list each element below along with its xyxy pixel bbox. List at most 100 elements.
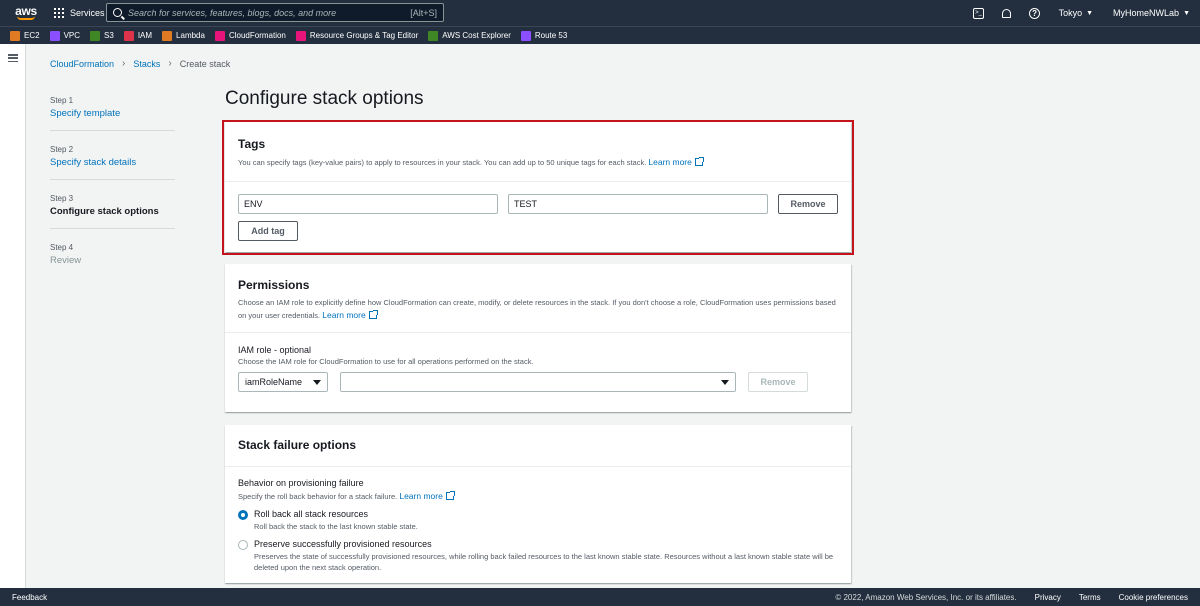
bell-icon bbox=[1002, 8, 1012, 18]
grid-icon bbox=[54, 8, 64, 18]
service-icon bbox=[90, 30, 101, 41]
footer: Feedback © 2022, Amazon Web Services, In… bbox=[0, 588, 1200, 606]
iam-role-description: Choose the IAM role for CloudFormation t… bbox=[238, 357, 534, 366]
favorites-bar: EC2 VPC S3 IAM Lambda CloudFormation Resource … bbox=[0, 26, 1200, 44]
search-icon bbox=[113, 8, 122, 17]
aws-smile-icon bbox=[17, 16, 35, 20]
page-title: Configure stack options bbox=[225, 88, 424, 109]
cookie-preferences-link[interactable]: Cookie preferences bbox=[1119, 593, 1188, 602]
iam-role-type-select[interactable]: iamRoleName bbox=[238, 372, 328, 392]
favorite-vpc[interactable]: VPC bbox=[49, 30, 81, 41]
chevron-right-icon: › bbox=[168, 58, 172, 69]
breadcrumb-current: Create stack bbox=[179, 58, 231, 69]
step-number: Step 4 bbox=[50, 243, 74, 252]
step-3: Step 3 Configure stack options bbox=[50, 190, 175, 229]
radio-checked-icon[interactable] bbox=[238, 510, 248, 520]
iam-role-type-value: iamRoleName bbox=[245, 377, 303, 387]
step-specify-stack-details-link[interactable]: Specify stack details bbox=[50, 157, 175, 168]
caret-down-icon: ▼ bbox=[1086, 9, 1094, 17]
preserve-resources-option[interactable]: Preserve successfully provisioned resour… bbox=[238, 539, 838, 573]
terms-link[interactable]: Terms bbox=[1079, 593, 1101, 602]
favorite-label: AWS Cost Explorer bbox=[442, 31, 511, 40]
service-icon bbox=[295, 30, 306, 41]
favorite-cloudformation[interactable]: CloudFormation bbox=[214, 30, 286, 41]
tags-panel: Tags You can specify tags (key-value pai… bbox=[225, 122, 851, 252]
iam-role-name-select[interactable] bbox=[340, 372, 736, 392]
tags-learn-more-link[interactable]: Learn more bbox=[648, 157, 704, 167]
service-icon bbox=[428, 30, 439, 41]
region-label: Tokyo bbox=[1058, 8, 1083, 18]
service-icon bbox=[49, 30, 60, 41]
learn-more-label: Learn more bbox=[648, 157, 692, 167]
favorite-iam[interactable]: IAM bbox=[123, 30, 153, 41]
favorite-label: VPC bbox=[63, 31, 81, 40]
favorite-aws-cost-explorer[interactable]: AWS Cost Explorer bbox=[428, 30, 511, 41]
help-button[interactable]: ? bbox=[1029, 7, 1041, 19]
favorite-label: Lambda bbox=[176, 31, 205, 40]
favorite-resource-groups-tag-editor[interactable]: Resource Groups & Tag Editor bbox=[295, 30, 419, 41]
service-icon bbox=[162, 30, 173, 41]
step-specify-template-link[interactable]: Specify template bbox=[50, 108, 175, 119]
footer-right: © 2022, Amazon Web Services, Inc. or its… bbox=[835, 593, 1188, 602]
step-number: Step 3 bbox=[50, 194, 74, 203]
service-icon bbox=[520, 30, 531, 41]
behavior-description: Specify the roll back behavior for a sta… bbox=[238, 490, 838, 503]
radio-unchecked-icon[interactable] bbox=[238, 540, 248, 550]
caret-down-icon: ▼ bbox=[1183, 9, 1190, 17]
iam-role-row: iamRoleName Remove bbox=[238, 372, 838, 392]
learn-more-label: Learn more bbox=[399, 491, 443, 501]
favorite-s3[interactable]: S3 bbox=[90, 30, 114, 41]
external-link-icon bbox=[445, 491, 455, 500]
tags-description-text: You can specify tags (key-value pairs) t… bbox=[238, 158, 647, 167]
aws-logo[interactable]: aws bbox=[4, 0, 48, 26]
copyright-text: © 2022, Amazon Web Services, Inc. or its… bbox=[835, 592, 1017, 602]
preserve-resources-text: Preserve successfully provisioned resour… bbox=[254, 539, 854, 573]
tags-title: Tags bbox=[238, 137, 266, 151]
tag-key-input[interactable] bbox=[238, 194, 498, 214]
hamburger-menu-icon[interactable] bbox=[8, 54, 18, 62]
permissions-panel: Permissions Choose an IAM role to explic… bbox=[225, 264, 851, 412]
breadcrumb-stacks-link[interactable]: Stacks bbox=[133, 59, 160, 69]
cloudshell-button[interactable]: >_ bbox=[973, 7, 985, 19]
favorite-label: IAM bbox=[137, 31, 153, 40]
services-label: Services bbox=[70, 8, 105, 18]
search-input[interactable] bbox=[128, 7, 411, 18]
tags-header: Tags You can specify tags (key-value pai… bbox=[225, 122, 851, 182]
service-icon bbox=[10, 30, 20, 41]
privacy-link[interactable]: Privacy bbox=[1035, 593, 1061, 602]
learn-more-label: Learn more bbox=[322, 310, 366, 320]
region-selector[interactable]: Tokyo ▼ bbox=[1059, 8, 1093, 18]
remove-tag-button[interactable]: Remove bbox=[778, 194, 838, 214]
behavior-description-text: Specify the roll back behavior for a sta… bbox=[238, 492, 398, 501]
services-menu-button[interactable]: Services bbox=[54, 8, 105, 18]
notifications-button[interactable] bbox=[1001, 7, 1013, 19]
favorite-label: Resource Groups & Tag Editor bbox=[309, 31, 419, 40]
tags-description: You can specify tags (key-value pairs) t… bbox=[238, 156, 838, 169]
rollback-all-option[interactable]: Roll back all stack resources Roll back … bbox=[238, 509, 838, 532]
permissions-learn-more-link[interactable]: Learn more bbox=[322, 310, 378, 320]
step-number: Step 2 bbox=[50, 145, 74, 154]
behavior-label: Behavior on provisioning failure bbox=[238, 478, 364, 488]
failure-learn-more-link[interactable]: Learn more bbox=[399, 491, 455, 501]
favorite-label: EC2 bbox=[24, 31, 40, 40]
preserve-resources-description: Preserves the state of successfully prov… bbox=[254, 552, 834, 572]
iam-role-label: IAM role - optional bbox=[238, 345, 312, 355]
favorite-lambda[interactable]: Lambda bbox=[162, 30, 205, 41]
stack-failure-header: Stack failure options bbox=[225, 425, 851, 467]
favorite-ec2[interactable]: EC2 bbox=[10, 30, 40, 41]
top-right-controls: >_ ? Tokyo ▼ MyHomeNWLab ▼ bbox=[965, 0, 1200, 26]
stack-failure-body: Behavior on provisioning failure Specify… bbox=[225, 467, 851, 592]
feedback-link[interactable]: Feedback bbox=[12, 593, 47, 602]
help-icon: ? bbox=[1029, 7, 1041, 19]
service-icon bbox=[123, 30, 134, 41]
add-tag-button[interactable]: Add tag bbox=[238, 221, 298, 241]
external-link-icon bbox=[368, 310, 378, 319]
tags-body: Remove Add tag bbox=[225, 182, 851, 253]
global-search: [Alt+S] bbox=[106, 3, 444, 22]
permissions-body: IAM role - optional Choose the IAM role … bbox=[225, 333, 851, 404]
favorite-route-53[interactable]: Route 53 bbox=[520, 30, 567, 41]
account-menu[interactable]: MyHomeNWLab ▼ bbox=[1113, 8, 1190, 18]
tag-value-input[interactable] bbox=[508, 194, 768, 214]
breadcrumb-cloudformation-link[interactable]: CloudFormation bbox=[50, 59, 114, 69]
favorite-label: CloudFormation bbox=[228, 31, 286, 40]
